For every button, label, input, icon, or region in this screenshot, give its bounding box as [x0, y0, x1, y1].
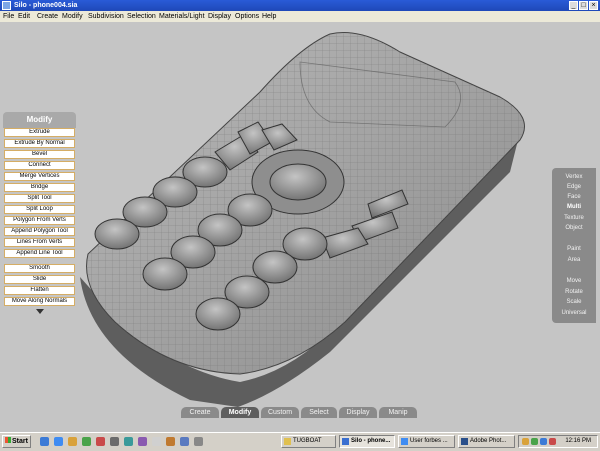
app-icon[interactable] [82, 437, 91, 446]
quicklaunch-icon[interactable] [180, 437, 189, 446]
menu-materials-light[interactable]: Materials/Light [159, 12, 205, 21]
quicklaunch-icon[interactable] [138, 437, 147, 446]
panel-scroll-down-icon[interactable] [35, 309, 44, 314]
menu-selection[interactable]: Selection [127, 12, 156, 21]
ie-icon[interactable] [54, 437, 63, 446]
polygon-from-verts-button[interactable]: Polygon From Verts [4, 216, 75, 225]
task-label: Silo - phone... [351, 438, 391, 444]
select-object[interactable]: Object [552, 224, 596, 232]
tray-icon[interactable] [549, 438, 556, 445]
select-edge[interactable]: Edge [552, 183, 596, 191]
connect-button[interactable]: Connect [4, 161, 75, 170]
folder-icon [284, 438, 291, 445]
title-bar: Silo - phone004.sia _ □ × [0, 0, 600, 11]
close-button[interactable]: × [589, 1, 598, 10]
smooth-button[interactable]: Smooth [4, 264, 75, 273]
ie-icon [401, 438, 408, 445]
silo-icon [342, 438, 349, 445]
manip-universal[interactable]: Universal [552, 309, 596, 317]
task-tugboat[interactable]: TUGBOAT [281, 435, 336, 448]
task-label: TUGBOAT [293, 438, 322, 444]
select-face[interactable]: Face [552, 193, 596, 201]
bottom-tab-bar: Create Modify Custom Select Display Mani… [181, 407, 417, 418]
window-title: Silo - phone004.sia [14, 2, 78, 9]
tab-select[interactable]: Select [301, 407, 337, 418]
menu-edit[interactable]: Edit [18, 12, 30, 21]
menu-options[interactable]: Options [235, 12, 259, 21]
task-adobe-photoshop[interactable]: Adobe Phot... [458, 435, 515, 448]
task-label: User forbes ... [410, 438, 448, 444]
move-along-normals-button[interactable]: Move Along Normals [4, 297, 75, 306]
tab-manip[interactable]: Manip [379, 407, 417, 418]
slide-button[interactable]: Slide [4, 275, 75, 284]
quicklaunch-icon[interactable] [166, 437, 175, 446]
folder-icon[interactable] [68, 437, 77, 446]
tray-icon[interactable] [531, 438, 538, 445]
menu-create[interactable]: Create [37, 12, 58, 21]
system-tray: 12:16 PM [518, 435, 598, 448]
menu-display[interactable]: Display [208, 12, 231, 21]
media-icon[interactable] [96, 437, 105, 446]
tray-icon[interactable] [540, 438, 547, 445]
lines-from-verts-button[interactable]: Lines From Verts [4, 238, 75, 247]
clock: 12:16 PM [565, 438, 591, 444]
tab-create[interactable]: Create [181, 407, 219, 418]
select-area[interactable]: Area [552, 256, 596, 264]
tab-display[interactable]: Display [339, 407, 377, 418]
extrude-by-normal-button[interactable]: Extrude By Normal [4, 139, 75, 148]
bridge-button[interactable]: Bridge [4, 183, 75, 192]
menu-modify[interactable]: Modify [62, 12, 83, 21]
append-line-tool-button[interactable]: Append Line Tool [4, 249, 75, 258]
photoshop-icon [461, 438, 468, 445]
flatten-button[interactable]: Flatten [4, 286, 75, 295]
quicklaunch-icon[interactable] [194, 437, 203, 446]
modify-panel-header: Modify [3, 112, 76, 128]
merge-vertices-button[interactable]: Merge Vertices [4, 172, 75, 181]
start-button[interactable]: Start [2, 435, 31, 448]
menu-file[interactable]: File [3, 12, 14, 21]
append-polygon-tool-button[interactable]: Append Polygon Tool [4, 227, 75, 236]
maximize-button[interactable]: □ [579, 1, 588, 10]
manip-move[interactable]: Move [552, 277, 596, 285]
windows-flag-icon [5, 437, 11, 443]
menu-subdivision[interactable]: Subdivision [88, 12, 124, 21]
modify-tool-panel: Modify Extrude Extrude By Normal Bevel C… [3, 112, 76, 314]
silo-app-icon [2, 1, 11, 10]
select-paint[interactable]: Paint [552, 245, 596, 253]
start-label: Start [12, 438, 28, 445]
quicklaunch-icon[interactable] [124, 437, 133, 446]
split-loop-button[interactable]: Split Loop [4, 205, 75, 214]
selection-mode-panel: Vertex Edge Face Multi Texture Object Pa… [552, 168, 596, 323]
windows-taskbar: Start TUGBOAT Silo - phone... User forbe… [0, 432, 600, 451]
split-tool-button[interactable]: Split Tool [4, 194, 75, 203]
desktop-icon[interactable] [40, 437, 49, 446]
minimize-button[interactable]: _ [569, 1, 578, 10]
manip-scale[interactable]: Scale [552, 298, 596, 306]
menu-help[interactable]: Help [262, 12, 276, 21]
task-label: Adobe Phot... [470, 438, 507, 444]
extrude-button[interactable]: Extrude [4, 128, 75, 137]
manip-rotate[interactable]: Rotate [552, 288, 596, 296]
phone-model-render [80, 31, 525, 407]
tab-custom[interactable]: Custom [261, 407, 299, 418]
select-vertex[interactable]: Vertex [552, 173, 596, 181]
quicklaunch-icon[interactable] [110, 437, 119, 446]
select-multi[interactable]: Multi [552, 203, 596, 211]
tray-icon[interactable] [522, 438, 529, 445]
tab-modify[interactable]: Modify [221, 407, 259, 418]
bevel-button[interactable]: Bevel [4, 150, 75, 159]
3d-viewport[interactable]: Modify Extrude Extrude By Normal Bevel C… [0, 22, 600, 432]
task-silo[interactable]: Silo - phone... [339, 435, 395, 448]
task-user-forbes[interactable]: User forbes ... [398, 435, 455, 448]
quicklaunch-icon[interactable] [152, 437, 161, 446]
select-texture[interactable]: Texture [552, 214, 596, 222]
